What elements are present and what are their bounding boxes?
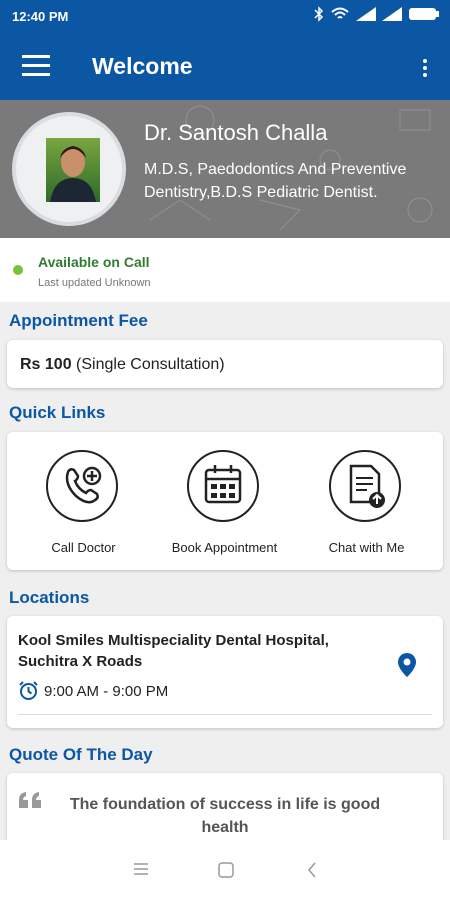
call-doctor-button[interactable]: Call Doctor — [11, 432, 156, 566]
wifi-icon — [331, 7, 349, 19]
signal-icon — [356, 7, 376, 21]
back-icon[interactable] — [307, 862, 317, 878]
quick-links-title: Quick Links — [9, 403, 106, 422]
book-appointment-button[interactable]: Book Appointment — [152, 432, 297, 566]
calendar-icon — [187, 450, 259, 522]
divider — [18, 714, 432, 715]
doctor-name: Dr. Santosh Challa — [144, 120, 328, 145]
quote-title: Quote Of The Day — [9, 745, 153, 764]
menu-icon[interactable] — [22, 53, 50, 77]
bluetooth-icon — [314, 6, 324, 22]
availability-dot-icon — [13, 265, 23, 275]
quote-mark-icon — [19, 792, 41, 808]
quote-card: The foundation of success in life is goo… — [7, 773, 443, 840]
status-bar: 12:40 PM — [0, 0, 450, 33]
locations-title: Locations — [9, 588, 90, 607]
availability-status: Available on Call — [38, 254, 150, 270]
fee-section-title: Appointment Fee — [9, 311, 148, 330]
map-pin-icon[interactable] — [397, 652, 417, 678]
fee-text: Rs 100 (Single Consultation) — [20, 356, 225, 374]
location-name: Kool Smiles Multispeciality Dental Hospi… — [18, 632, 329, 670]
doctor-qualifications: M.D.S, Paedodontics And Preventive Denti… — [144, 161, 407, 201]
quick-link-label-call: Call Doctor — [51, 540, 116, 555]
battery-icon — [409, 8, 439, 20]
quick-link-label-chat: Chat with Me — [328, 540, 405, 555]
app-bar: Welcome — [0, 33, 450, 100]
main-content[interactable]: Appointment Fee Rs 100 (Single Consultat… — [0, 302, 450, 840]
doctor-photo — [46, 138, 100, 202]
more-options-icon[interactable] — [422, 58, 428, 78]
fee-note: (Single Consultation) — [76, 356, 225, 373]
availability-row: Available on Call Last updated Unknown — [0, 238, 450, 302]
system-nav-bar — [0, 840, 450, 900]
recent-apps-icon[interactable] — [133, 862, 149, 876]
fee-amount: Rs 100 — [20, 356, 72, 373]
status-icons — [314, 6, 440, 22]
signal-icon-2 — [382, 7, 402, 21]
fee-card: Rs 100 (Single Consultation) — [7, 340, 443, 388]
chat-with-me-button[interactable]: Chat with Me — [294, 432, 439, 566]
avatar[interactable] — [12, 112, 126, 226]
location-card[interactable]: Kool Smiles Multispeciality Dental Hospi… — [7, 616, 443, 728]
location-hours: 9:00 AM - 9:00 PM — [44, 683, 169, 700]
quick-links-card: Call Doctor Book Appointment Chat with M… — [7, 432, 443, 570]
status-time: 12:40 PM — [12, 9, 69, 24]
home-icon[interactable] — [218, 862, 234, 878]
quick-link-label-book: Book Appointment — [171, 540, 278, 555]
last-updated: Last updated Unknown — [38, 277, 151, 289]
alarm-clock-icon — [19, 681, 38, 700]
phone-plus-icon — [46, 450, 118, 522]
page-title: Welcome — [92, 53, 193, 79]
document-upload-icon — [329, 450, 401, 522]
quote-text: The foundation of success in life is goo… — [69, 796, 381, 836]
